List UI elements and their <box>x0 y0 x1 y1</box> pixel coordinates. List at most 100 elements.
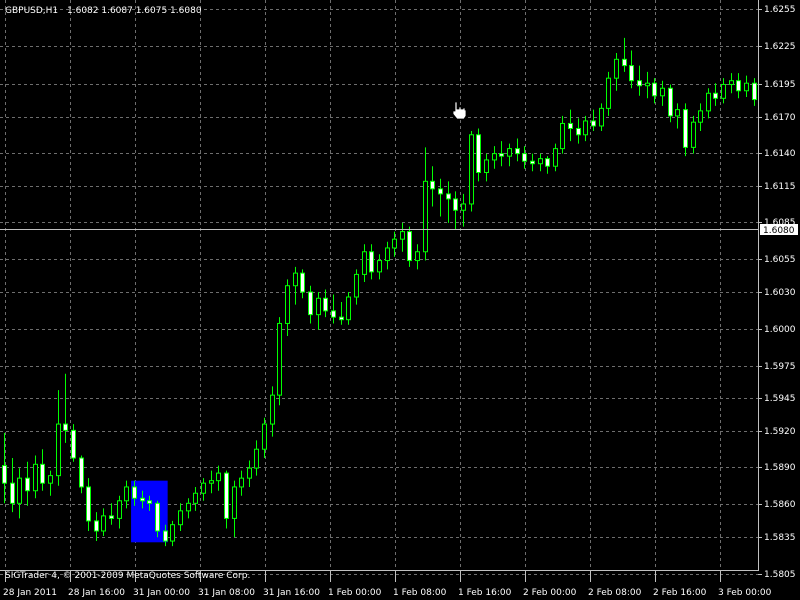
time-tick-label: 3 Feb 00:00 <box>718 588 772 598</box>
price-tick-label: 1.5890 <box>764 463 796 473</box>
candle-body-bear <box>430 180 435 190</box>
copyright-label: SIGTrader 4, © 2001-2009 MetaQuotes Soft… <box>5 571 250 581</box>
candle <box>346 292 351 325</box>
candle <box>407 226 412 267</box>
candle-body-bull <box>660 87 665 97</box>
candle-body-bull <box>721 83 726 99</box>
time-tick-label: 28 Jan 16:00 <box>68 588 125 598</box>
candle-body-bear <box>438 188 443 195</box>
candle-body-bull <box>354 273 359 298</box>
candle-body-bull <box>178 510 183 526</box>
candle-body-bull <box>560 122 565 150</box>
current-price-label: 1.6080 <box>763 226 795 236</box>
candle-body-bull <box>538 158 543 165</box>
price-tick-label: 1.6170 <box>764 113 796 123</box>
price-tick-label: 1.5920 <box>764 427 796 437</box>
candle-body-bear <box>476 134 481 174</box>
candle-body-bear <box>637 80 642 87</box>
candle-body-bull <box>56 423 61 477</box>
candle-body-bull <box>492 153 497 161</box>
candle-body-bull <box>484 159 489 174</box>
price-tick-label: 1.5945 <box>764 394 796 404</box>
candle-body-bull <box>362 251 367 275</box>
candle-body-bull <box>606 77 611 109</box>
time-tick-label: 1 Feb 08:00 <box>393 588 447 598</box>
candle-body-bull <box>170 524 175 542</box>
candle-body-bear <box>522 153 527 162</box>
candle-body-bull <box>377 260 382 273</box>
candle-body-bear <box>668 87 673 117</box>
candle-body-bear <box>63 423 68 431</box>
candle-body-bear <box>713 92 718 99</box>
candle-body-bear <box>545 158 550 167</box>
candle-body-bear <box>568 122 573 129</box>
candle-body-bull <box>270 394 275 425</box>
candle-body-bear <box>10 482 15 504</box>
candle-body-bull <box>216 472 221 482</box>
candle-body-bear <box>736 80 741 92</box>
symbol-label: GBPUSD,H1 <box>5 6 58 16</box>
candle-body-bull <box>698 110 703 123</box>
price-tick-label: 1.6030 <box>764 288 796 298</box>
candle-body-bull <box>232 486 237 519</box>
candle-body-bear <box>652 82 657 97</box>
time-tick-label: 2 Feb 00:00 <box>523 588 577 598</box>
candle-body-bull <box>316 297 321 316</box>
candle-body-bear <box>530 160 535 165</box>
candle-body-bear <box>140 497 145 502</box>
time-tick-label: 1 Feb 16:00 <box>458 588 512 598</box>
candle-body-bull <box>691 121 696 148</box>
price-tick-label: 1.5835 <box>764 533 796 543</box>
candle <box>469 131 474 212</box>
candle-body-bear <box>147 500 152 504</box>
candle-body-bull <box>293 272 298 287</box>
candle-body-bull <box>193 492 198 504</box>
candle-body-bear <box>591 120 596 127</box>
candle-body-bull <box>262 423 267 450</box>
price-tick-label: 1.6115 <box>764 182 796 192</box>
candle-body-bear <box>446 193 451 200</box>
candle-body-bear <box>163 530 168 542</box>
time-tick-label: 2 Feb 16:00 <box>653 588 707 598</box>
time-tick-label: 2 Feb 08:00 <box>588 588 642 598</box>
time-tick-label: 31 Jan 16:00 <box>263 588 320 598</box>
candle-body-bear <box>339 316 344 321</box>
price-tick-label: 1.5860 <box>764 500 796 510</box>
candle-body-bull <box>247 467 252 479</box>
candle-body-bull <box>706 92 711 112</box>
time-tick-label: 28 Jan 2011 <box>3 588 57 598</box>
price-tick-label: 1.6255 <box>764 5 796 15</box>
candle-body-bull <box>239 477 244 488</box>
candle-body-bull <box>469 134 474 205</box>
time-tick-label: 31 Jan 08:00 <box>198 588 255 598</box>
price-tick-label: 1.6000 <box>764 325 796 335</box>
ohlc-label: 1.6082 1.6087 1.6075 1.6080 <box>67 6 202 16</box>
price-tick-label: 1.6055 <box>764 255 796 265</box>
candle-body-bull <box>744 82 749 92</box>
candle-body-bear <box>369 251 374 273</box>
candle-body-bull <box>385 247 390 262</box>
candle-body-bear <box>576 127 581 136</box>
candle-body-bear <box>71 429 76 459</box>
candle-body-bear <box>300 272 305 293</box>
candle-body-bear <box>308 291 313 316</box>
candle-body-bear <box>683 109 688 148</box>
candle-body-bear <box>629 65 634 82</box>
price-chart[interactable]: 1.6255 1.6225 1.6195 1.6170 1.6140 1.6115 1.60… <box>0 0 800 600</box>
candle-body-bull <box>400 231 405 240</box>
candle-body-bear <box>622 58 627 67</box>
candle-body-bear <box>155 502 160 532</box>
price-tick-label: 1.6140 <box>764 149 796 159</box>
candle-body-bull <box>285 285 290 324</box>
candle-body-bear <box>515 148 520 155</box>
candle-body-bear <box>331 310 336 318</box>
candle-body-bull <box>645 82 650 87</box>
candle-body-bull <box>201 482 206 494</box>
candle-body-bull <box>583 120 588 136</box>
candle-body-bear <box>40 463 45 484</box>
candle-body-bear <box>407 231 412 262</box>
candle-body-bull <box>553 148 558 167</box>
time-tick-label: 1 Feb 00:00 <box>328 588 382 598</box>
price-tick-label: 1.5975 <box>764 362 796 372</box>
price-tick-label: 1.5805 <box>764 570 796 580</box>
